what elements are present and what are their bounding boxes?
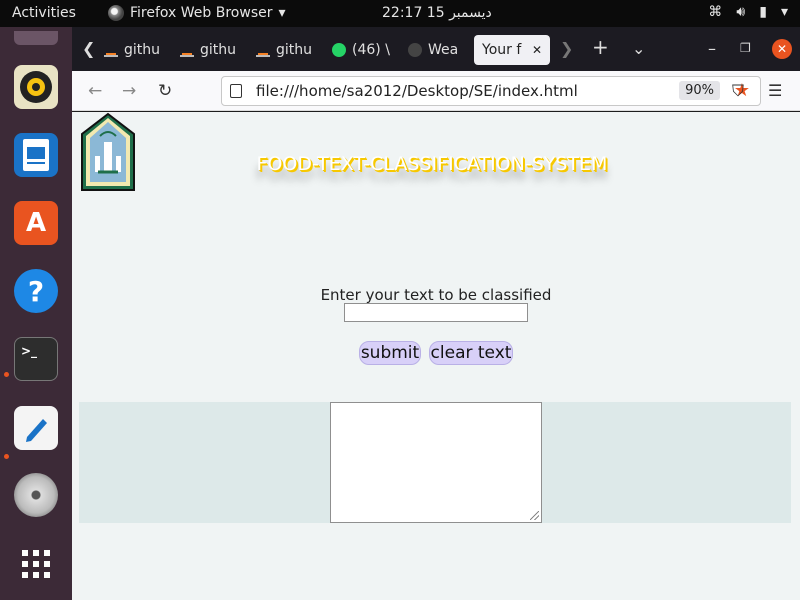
dock: A ? >_: [0, 27, 72, 600]
running-indicator: [4, 372, 9, 377]
tab-label: (46) \: [352, 42, 390, 58]
activities-button[interactable]: Activities: [12, 5, 76, 21]
tab-5[interactable]: Wea: [408, 35, 464, 65]
chevron-down-icon: ▾: [278, 5, 286, 21]
text-input[interactable]: [344, 303, 528, 322]
app-name: Firefox Web Browser: [130, 5, 273, 21]
terminal-icon[interactable]: >_: [14, 337, 58, 381]
tab-label: githu: [124, 42, 160, 58]
whatsapp-icon: [332, 43, 346, 57]
tab-2[interactable]: githu: [180, 35, 236, 65]
clock[interactable]: 22:17 15 ديسمبر: [382, 5, 492, 21]
list-tabs-icon[interactable]: ⌄: [632, 39, 645, 58]
page-content: FOOD-TEXT-CLASSIFICATION-SYSTEM Enter yo…: [72, 112, 800, 600]
tab-scroll-right-icon[interactable]: ❯: [560, 39, 573, 58]
dvd-icon[interactable]: [14, 473, 58, 517]
firefox-icon: [108, 5, 124, 21]
maximize-icon[interactable]: ❐: [740, 41, 751, 55]
page-title: FOOD-TEXT-CLASSIFICATION-SYSTEM: [256, 153, 608, 175]
close-window-icon[interactable]: ✕: [772, 39, 792, 59]
stackoverflow-icon: [256, 43, 270, 57]
close-tab-icon[interactable]: ✕: [532, 43, 542, 57]
tab-label: githu: [200, 42, 236, 58]
resize-handle-icon[interactable]: [530, 511, 539, 520]
files-icon[interactable]: [14, 31, 58, 45]
input-prompt: Enter your text to be classified: [320, 286, 552, 304]
nav-bar: ← → ↻ file:///home/sa2012/Desktop/SE/ind…: [72, 71, 800, 111]
stackoverflow-icon: [104, 43, 118, 57]
url-bar[interactable]: file:///home/sa2012/Desktop/SE/index.htm…: [221, 76, 761, 106]
app-grid-icon[interactable]: [14, 542, 58, 586]
forward-icon[interactable]: →: [122, 81, 136, 101]
tab-4[interactable]: (46) \: [332, 35, 398, 65]
reload-icon[interactable]: ↻: [158, 81, 172, 101]
stackoverflow-icon: [180, 43, 194, 57]
tab-active[interactable]: Your f ✕: [474, 35, 550, 65]
submit-button[interactable]: submit: [359, 341, 421, 365]
minimize-icon[interactable]: –: [708, 39, 716, 58]
new-tab-icon[interactable]: +: [592, 35, 609, 59]
software-icon[interactable]: A: [14, 201, 58, 245]
help-icon[interactable]: ?: [14, 269, 58, 313]
page-icon: [230, 84, 242, 98]
pocket-icon[interactable]: ⛉: [732, 81, 744, 101]
back-icon[interactable]: ←: [88, 81, 102, 101]
university-logo: [80, 112, 136, 192]
url-text: file:///home/sa2012/Desktop/SE/index.htm…: [256, 82, 578, 100]
battery-icon: ▮: [759, 4, 767, 20]
app-menu[interactable]: Firefox Web Browser ▾: [108, 5, 286, 21]
tab-label: Your f: [482, 42, 522, 58]
rhythmbox-icon[interactable]: [14, 65, 58, 109]
menu-icon[interactable]: ☰: [768, 81, 782, 100]
system-tray[interactable]: ⌘ 🔊︎ ▮ ▾: [708, 4, 788, 20]
clear-text-button[interactable]: clear text: [429, 341, 513, 365]
zoom-level[interactable]: 90%: [679, 81, 720, 100]
volume-icon: 🔊︎: [736, 4, 746, 20]
running-indicator: [4, 454, 9, 459]
tab-1[interactable]: githu: [104, 35, 160, 65]
tab-label: Wea: [428, 42, 459, 58]
github-icon: [408, 43, 422, 57]
tab-3[interactable]: githu: [256, 35, 312, 65]
tab-bar: ❮ githu githu githu (46) \ Wea Your f ✕ …: [72, 27, 800, 71]
tab-scroll-left-icon[interactable]: ❮: [82, 39, 95, 58]
writer-icon[interactable]: [14, 133, 58, 177]
result-textarea[interactable]: [330, 402, 542, 523]
text-editor-icon[interactable]: [14, 406, 58, 450]
network-icon: ⌘: [708, 4, 723, 20]
chevron-down-icon: ▾: [780, 4, 788, 20]
tab-label: githu: [276, 42, 312, 58]
top-bar: Activities Firefox Web Browser ▾ 22:17 1…: [0, 0, 800, 27]
